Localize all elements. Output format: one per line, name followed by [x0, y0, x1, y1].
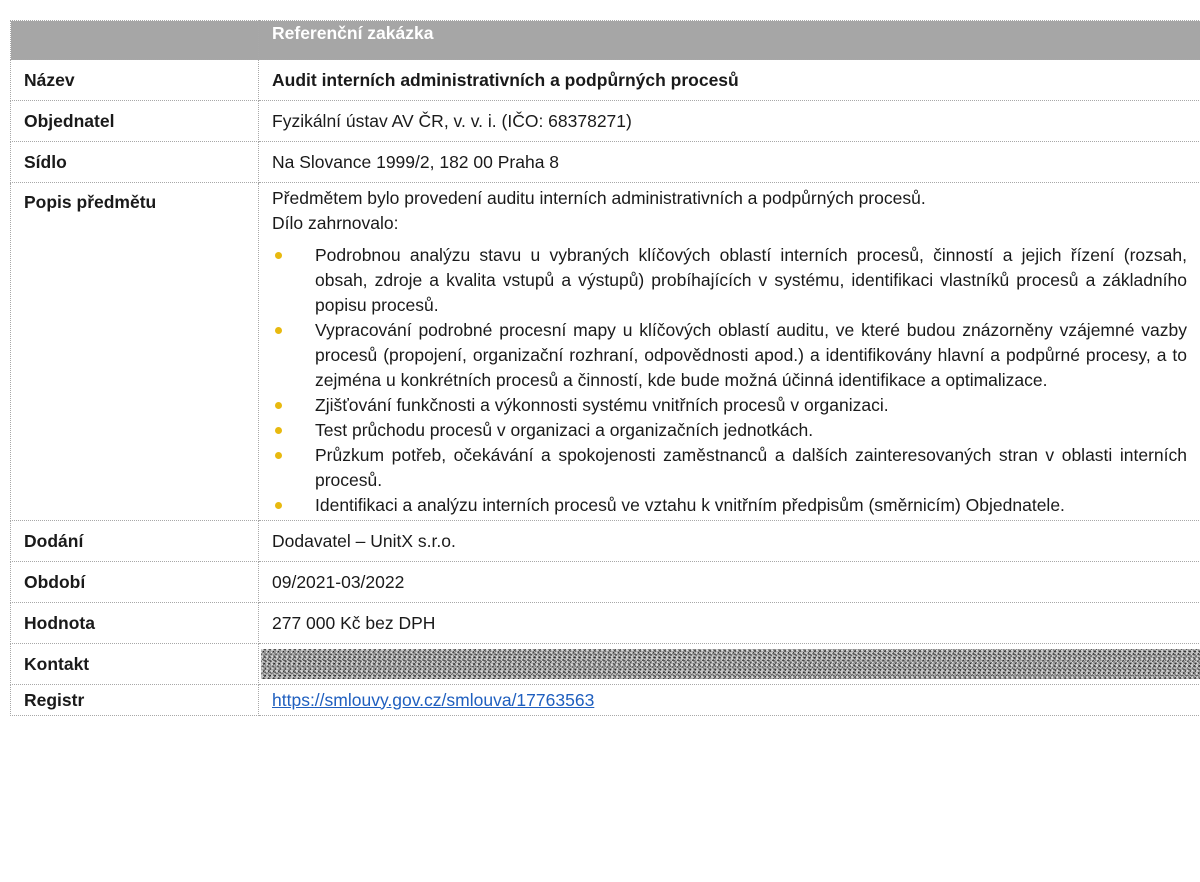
list-item: Test průchodu procesů v organizaci a org… — [272, 418, 1187, 443]
table-row-delivery: Dodání Dodavatel – UnitX s.r.o. — [10, 520, 1200, 562]
table-row-price: Hodnota 277 000 Kč bez DPH — [10, 602, 1200, 644]
list-item-text: Průzkum potřeb, očekávání a spokojenosti… — [315, 445, 1187, 490]
list-item: Zjišťování funkčnosti a výkonnosti systé… — [272, 393, 1187, 418]
bullet-icon — [275, 427, 282, 434]
table-row-period: Období 09/2021-03/2022 — [10, 561, 1200, 603]
row-label-seat: Sídlo — [10, 141, 259, 183]
list-item: Podrobnou analýzu stavu u vybraných klíč… — [272, 243, 1187, 318]
row-label-registry: Registr — [10, 684, 259, 716]
description-intro-line2: Dílo zahrnovalo: — [272, 213, 399, 233]
table-row-description: Popis předmětu Předmětem bylo provedení … — [10, 182, 1200, 521]
row-value-client: Fyzikální ústav AV ČR, v. v. i. (IČO: 68… — [258, 100, 1200, 142]
description-intro: Předmětem bylo provedení auditu interníc… — [272, 186, 1187, 236]
bullet-icon — [275, 402, 282, 409]
row-value-delivery: Dodavatel – UnitX s.r.o. — [258, 520, 1200, 562]
bullet-icon — [275, 502, 282, 509]
row-value-description: Předmětem bylo provedení auditu interníc… — [258, 182, 1200, 521]
list-item-text: Vypracování podrobné procesní mapy u klí… — [315, 320, 1187, 390]
table-row-contact: Kontakt — [10, 643, 1200, 685]
list-item-text: Zjišťování funkčnosti a výkonnosti systé… — [315, 395, 889, 415]
row-label-contact: Kontakt — [10, 643, 259, 685]
table-header-row: Referenční zakázka — [10, 20, 1200, 60]
redacted-contact-block — [261, 649, 1200, 679]
row-label-price: Hodnota — [10, 602, 259, 644]
row-value-registry: https://smlouvy.gov.cz/smlouva/17763563 — [258, 684, 1200, 716]
list-item: Průzkum potřeb, očekávání a spokojenosti… — [272, 443, 1187, 493]
description-intro-line1: Předmětem bylo provedení auditu interníc… — [272, 188, 926, 208]
table-row-seat: Sídlo Na Slovance 1999/2, 182 00 Praha 8 — [10, 141, 1200, 183]
row-label-period: Období — [10, 561, 259, 603]
header-blank-cell — [10, 20, 259, 60]
bullet-icon — [275, 452, 282, 459]
list-item: Identifikaci a analýzu interních procesů… — [272, 493, 1187, 518]
row-label-delivery: Dodání — [10, 520, 259, 562]
document-page: Referenční zakázka Název Audit interních… — [0, 0, 1200, 882]
row-value-seat: Na Slovance 1999/2, 182 00 Praha 8 — [258, 141, 1200, 183]
row-label-client: Objednatel — [10, 100, 259, 142]
list-item-text: Test průchodu procesů v organizaci a org… — [315, 420, 814, 440]
bullet-icon — [275, 252, 282, 259]
registry-link[interactable]: https://smlouvy.gov.cz/smlouva/17763563 — [272, 690, 594, 710]
row-label-description: Popis předmětu — [10, 182, 259, 521]
table-row-registry: Registr https://smlouvy.gov.cz/smlouva/1… — [10, 684, 1200, 716]
list-item: Vypracování podrobné procesní mapy u klí… — [272, 318, 1187, 393]
bullet-icon — [275, 327, 282, 334]
row-label-name: Název — [10, 59, 259, 101]
row-value-price: 277 000 Kč bez DPH — [258, 602, 1200, 644]
table-header-title: Referenční zakázka — [258, 20, 1200, 60]
reference-table: Referenční zakázka Název Audit interních… — [10, 20, 1200, 716]
row-value-name: Audit interních administrativních a podp… — [258, 59, 1200, 101]
table-row-client: Objednatel Fyzikální ústav AV ČR, v. v. … — [10, 100, 1200, 142]
list-item-text: Identifikaci a analýzu interních procesů… — [315, 495, 1065, 515]
row-value-contact — [258, 643, 1200, 685]
list-item-text: Podrobnou analýzu stavu u vybraných klíč… — [315, 245, 1187, 315]
row-value-period: 09/2021-03/2022 — [258, 561, 1200, 603]
description-list: Podrobnou analýzu stavu u vybraných klíč… — [272, 243, 1187, 518]
table-row-name: Název Audit interních administrativních … — [10, 59, 1200, 101]
